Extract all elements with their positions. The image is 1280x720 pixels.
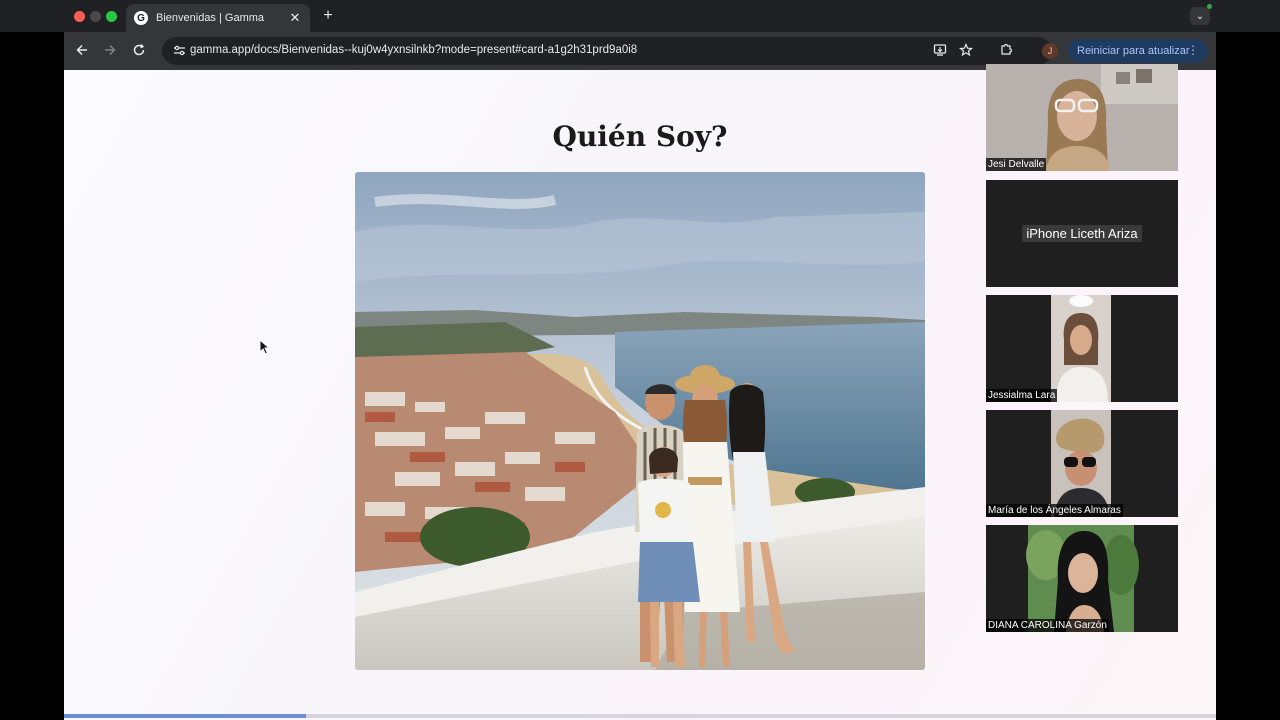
puzzle-icon[interactable] [998,42,1014,59]
participant-name: iPhone Liceth Ariza [1022,225,1142,242]
family-photo [355,172,925,670]
participant-name: DIANA CAROLINA Garzón [986,619,1109,632]
participant-video [986,410,1178,517]
presentation-progress-bar [64,714,1216,718]
window-close-button[interactable] [74,11,85,22]
tab-close-icon[interactable]: ✕ [288,10,302,26]
participant-tile[interactable]: María de los Ángeles Almaras [986,410,1178,517]
participant-video [986,295,1178,402]
arrow-right-icon[interactable] [102,43,118,60]
participant-name: María de los Ángeles Almaras [986,504,1123,517]
participant-name: Jessialma Lara [986,389,1058,402]
update-button-label: Reiniciar para atualizar [1077,45,1190,57]
kebab-menu-icon[interactable]: ⋮ [1187,43,1199,57]
new-tab-icon[interactable]: + [320,7,336,25]
progress-fill [64,714,306,718]
status-dot [1207,4,1212,9]
reload-icon[interactable] [131,43,147,60]
profile-avatar[interactable]: J [1042,43,1058,59]
tab-search-chevron-icon[interactable]: ⌄ [1190,7,1210,25]
window-maximize-button[interactable] [106,11,117,22]
address-bar[interactable]: gamma.app/docs/Bienvenidas--kuj0w4yxnsil… [162,37,1052,65]
update-button[interactable]: Reiniciar para atualizar ⋮ [1068,39,1208,63]
participant-tile[interactable]: DIANA CAROLINA Garzón [986,525,1178,632]
gamma-favicon-icon: G [134,11,148,25]
arrow-left-icon[interactable] [74,43,90,60]
tune-icon[interactable] [172,44,186,58]
install-icon[interactable] [932,43,948,60]
tab-title: Bienvenidas | Gamma [156,12,265,24]
participant-tile[interactable]: iPhone Liceth Ariza [986,180,1178,287]
participant-video [986,64,1178,171]
window-minimize-button[interactable] [90,11,101,22]
participant-name-center: iPhone Liceth Ariza [986,225,1178,243]
tab-strip: G Bienvenidas | Gamma ✕ + ⌄ [0,0,1280,32]
mouse-cursor-icon [259,338,271,355]
participant-tile[interactable]: Jessialma Lara [986,295,1178,402]
participant-video [986,525,1178,632]
participant-tile[interactable]: Jesi Delvalle [986,64,1178,171]
url-text[interactable]: gamma.app/docs/Bienvenidas--kuj0w4yxnsil… [190,44,637,56]
participant-name: Jesi Delvalle [986,158,1047,171]
browser-tab[interactable]: G Bienvenidas | Gamma ✕ [126,4,310,32]
star-icon[interactable] [958,42,974,60]
